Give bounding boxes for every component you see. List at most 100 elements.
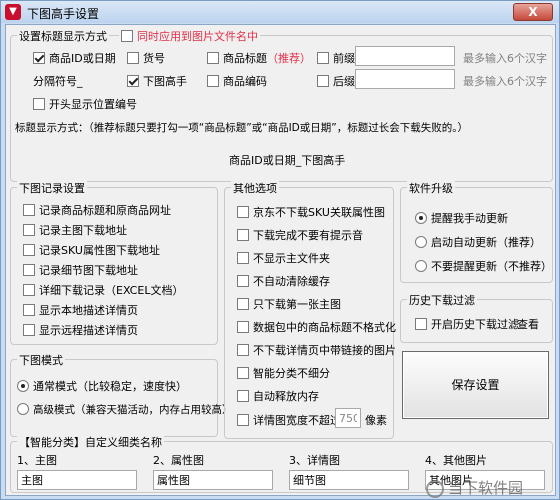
detail-width-label: 详情图宽度不超过:: [253, 414, 345, 427]
checkbox-downloader[interactable]: 下图高手: [127, 73, 187, 89]
log-item-0[interactable]: 记录商品标题和原商品网址: [23, 202, 171, 218]
category-label-attribute: 2、属性图: [153, 454, 204, 467]
other-item-5[interactable]: 数据包中的商品标题不格式化: [237, 319, 396, 335]
log-item-4[interactable]: 详细下载记录（EXCEL文档）: [23, 282, 183, 298]
separator-label: 分隔符号_: [33, 75, 83, 88]
watermark: 当下软件园: [426, 477, 523, 498]
checkbox-suffix-label: 后缀: [333, 75, 355, 88]
checkbox-sku-no-label: 货号: [143, 52, 165, 65]
suffix-hint: 最多输入6个汉字: [463, 75, 547, 88]
download-mode-group: 下图模式 通常模式（比较稳定，速度快） 高级模式（兼容天猫活动，内存占用较高）: [10, 352, 233, 437]
other-options-group-label: 其他选项: [231, 180, 279, 196]
detail-width-unit: 像素: [365, 414, 387, 427]
log-item-5-label: 显示本地描述详情页: [39, 304, 138, 317]
log-item-4-label: 详细下载记录（EXCEL文档）: [39, 284, 184, 297]
other-item-7[interactable]: 智能分类不细分: [237, 365, 330, 381]
history-filter-checkbox[interactable]: 开启历史下载过滤: [415, 316, 519, 332]
suffix-input[interactable]: [355, 69, 455, 89]
log-item-3-label: 记录细节图下载地址: [39, 264, 138, 277]
radio-upgrade-manual[interactable]: 提醒我手动更新: [415, 210, 508, 226]
apply-to-filename-label: 同时应用到图片文件名中: [137, 30, 258, 43]
app-icon: ▼: [5, 4, 21, 20]
radio-normal-mode-label: 通常模式（比较稳定，速度快）: [33, 380, 187, 393]
radio-advanced-mode-label: 高级模式（兼容天猫活动，内存占用较高）: [33, 404, 233, 416]
checkbox-product-title[interactable]: 商品标题（推荐）: [207, 50, 311, 66]
other-item-3-label: 不自动清除缓存: [253, 275, 330, 288]
category-label-detail: 3、详情图: [289, 454, 340, 467]
checkbox-position-numbering-label: 开头显示位置编号: [49, 98, 137, 111]
checkbox-downloader-label: 下图高手: [143, 75, 187, 88]
other-item-7-label: 智能分类不细分: [253, 367, 330, 380]
radio-upgrade-none[interactable]: 不要提醒更新（不推荐）: [415, 258, 552, 274]
other-item-5-label: 数据包中的商品标题不格式化: [253, 321, 396, 334]
close-button[interactable]: X: [513, 3, 553, 21]
smart-category-group-label: 【智能分类】自定义细类名称: [17, 434, 164, 450]
other-item-0[interactable]: 京东不下载SKU关联属性图: [237, 204, 385, 220]
log-item-6-label: 显示远程描述详情页: [39, 324, 138, 337]
apply-to-filename-checkbox[interactable]: 同时应用到图片文件名中: [119, 28, 260, 44]
checkbox-product-id-date-label: 商品ID或日期: [49, 52, 116, 65]
other-item-1-label: 下载完成不要有提示音: [253, 229, 363, 242]
checkbox-sku-no[interactable]: 货号: [127, 50, 165, 66]
window-title: 下图高手设置: [27, 7, 100, 21]
settings-window: ▼ 下图高手设置 X 设置标题显示方式 同时应用到图片文件名中 商品ID或日期 …: [0, 0, 560, 500]
other-item-6[interactable]: 不下载详情页中带链接的图片: [237, 342, 396, 358]
log-item-1[interactable]: 记录主图下载地址: [23, 222, 127, 238]
log-item-2[interactable]: 记录SKU属性图下载地址: [23, 242, 160, 258]
prefix-hint: 最多输入6个汉字: [463, 52, 547, 65]
history-view-link[interactable]: 查看: [517, 316, 539, 332]
download-log-group-label: 下图记录设置: [17, 180, 87, 196]
other-item-4-label: 只下载第一张主图: [253, 298, 341, 311]
history-filter-group: 历史下载过滤 开启历史下载过滤 查看: [400, 292, 553, 343]
other-item-1[interactable]: 下载完成不要有提示音: [237, 227, 363, 243]
log-item-5[interactable]: 显示本地描述详情页: [23, 302, 138, 318]
checkbox-product-code[interactable]: 商品编码: [207, 73, 267, 89]
watermark-text: 当下软件园: [448, 479, 524, 497]
detail-width-checkbox[interactable]: 详情图宽度不超过:: [237, 412, 345, 428]
category-input-main[interactable]: [17, 470, 137, 490]
title-display-group-label: 设置标题显示方式: [17, 28, 109, 44]
other-item-8[interactable]: 自动释放内存: [237, 388, 319, 404]
category-label-main: 1、主图: [17, 454, 57, 467]
checkbox-product-code-label: 商品编码: [223, 75, 267, 88]
radio-normal-mode[interactable]: 通常模式（比较稳定，速度快）: [17, 378, 187, 394]
apply-to-filename-box[interactable]: [121, 30, 133, 42]
detail-width-input[interactable]: [335, 408, 361, 428]
other-item-3[interactable]: 不自动清除缓存: [237, 273, 330, 289]
other-item-4[interactable]: 只下载第一张主图: [237, 296, 341, 312]
history-filter-group-label: 历史下载过滤: [407, 292, 477, 308]
radio-upgrade-auto[interactable]: 启动自动更新（推荐）: [415, 234, 541, 250]
category-input-detail[interactable]: [289, 470, 409, 490]
watermark-logo-icon: [426, 479, 444, 498]
log-item-6[interactable]: 显示远程描述详情页: [23, 322, 138, 338]
settings-client-area: 设置标题显示方式 同时应用到图片文件名中 商品ID或日期 货号 商品标题（推荐）…: [5, 24, 556, 498]
prefix-input[interactable]: [355, 46, 455, 66]
download-mode-group-label: 下图模式: [17, 352, 65, 368]
checkbox-suffix[interactable]: 后缀: [317, 73, 355, 89]
other-options-group: 其他选项 京东不下载SKU关联属性图 下载完成不要有提示音 不显示主文件夹 不自…: [224, 180, 396, 439]
other-item-2[interactable]: 不显示主文件夹: [237, 250, 330, 266]
checkbox-product-id-date[interactable]: 商品ID或日期: [33, 50, 116, 66]
title-bar: ▼ 下图高手设置 X: [1, 1, 559, 23]
radio-advanced-mode[interactable]: 高级模式（兼容天猫活动，内存占用较高）: [17, 402, 233, 417]
checkbox-prefix[interactable]: 前缀: [317, 50, 355, 66]
radio-upgrade-none-label: 不要提醒更新（不推荐）: [431, 260, 552, 273]
history-filter-label: 开启历史下载过滤: [431, 318, 519, 331]
other-item-8-label: 自动释放内存: [253, 390, 319, 403]
download-log-group: 下图记录设置 记录商品标题和原商品网址 记录主图下载地址 记录SKU属性图下载地…: [10, 180, 218, 345]
other-item-2-label: 不显示主文件夹: [253, 252, 330, 265]
recommend-label: （推荐）: [267, 52, 311, 65]
category-input-attribute[interactable]: [153, 470, 273, 490]
checkbox-prefix-label: 前缀: [333, 52, 355, 65]
log-item-1-label: 记录主图下载地址: [39, 224, 127, 237]
log-item-3[interactable]: 记录细节图下载地址: [23, 262, 138, 278]
checkbox-product-title-label: 商品标题: [223, 52, 267, 65]
log-item-2-label: 记录SKU属性图下载地址: [39, 244, 160, 257]
other-item-0-label: 京东不下载SKU关联属性图: [253, 206, 385, 219]
save-settings-button[interactable]: 保存设置: [402, 351, 549, 419]
checkbox-position-numbering[interactable]: 开头显示位置编号: [33, 96, 137, 112]
category-label-other: 4、其他图片: [425, 454, 487, 467]
radio-upgrade-auto-label: 启动自动更新（推荐）: [431, 236, 541, 249]
title-display-note: 标题显示方式：（推荐标题只要打勾一项“商品标题”或“商品ID或日期”，标题过长会…: [15, 122, 468, 134]
radio-upgrade-manual-label: 提醒我手动更新: [431, 212, 508, 225]
